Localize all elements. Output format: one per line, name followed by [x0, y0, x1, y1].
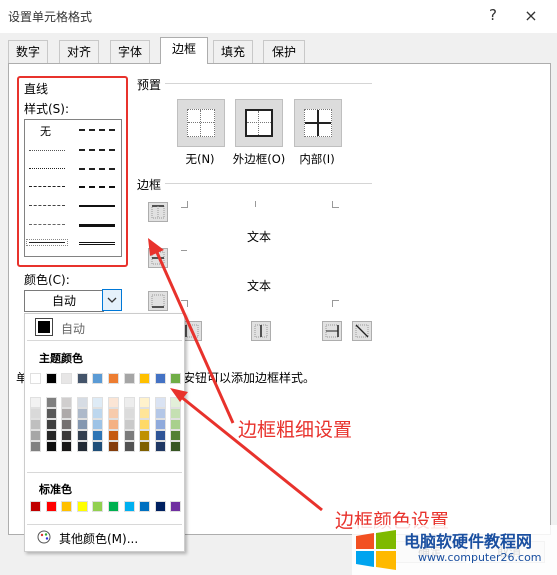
watermark-url: www.computer26.com	[418, 551, 542, 564]
tab-border[interactable]: 边框	[160, 37, 208, 64]
watermark: 电脑软硬件教程网 www.computer26.com	[352, 525, 557, 575]
watermark-brand: 电脑软硬件教程网	[404, 532, 533, 551]
annotation-arrows	[148, 238, 323, 512]
windows-logo-icon	[356, 530, 396, 570]
annotation-weight: 边框粗细设置	[238, 419, 353, 441]
